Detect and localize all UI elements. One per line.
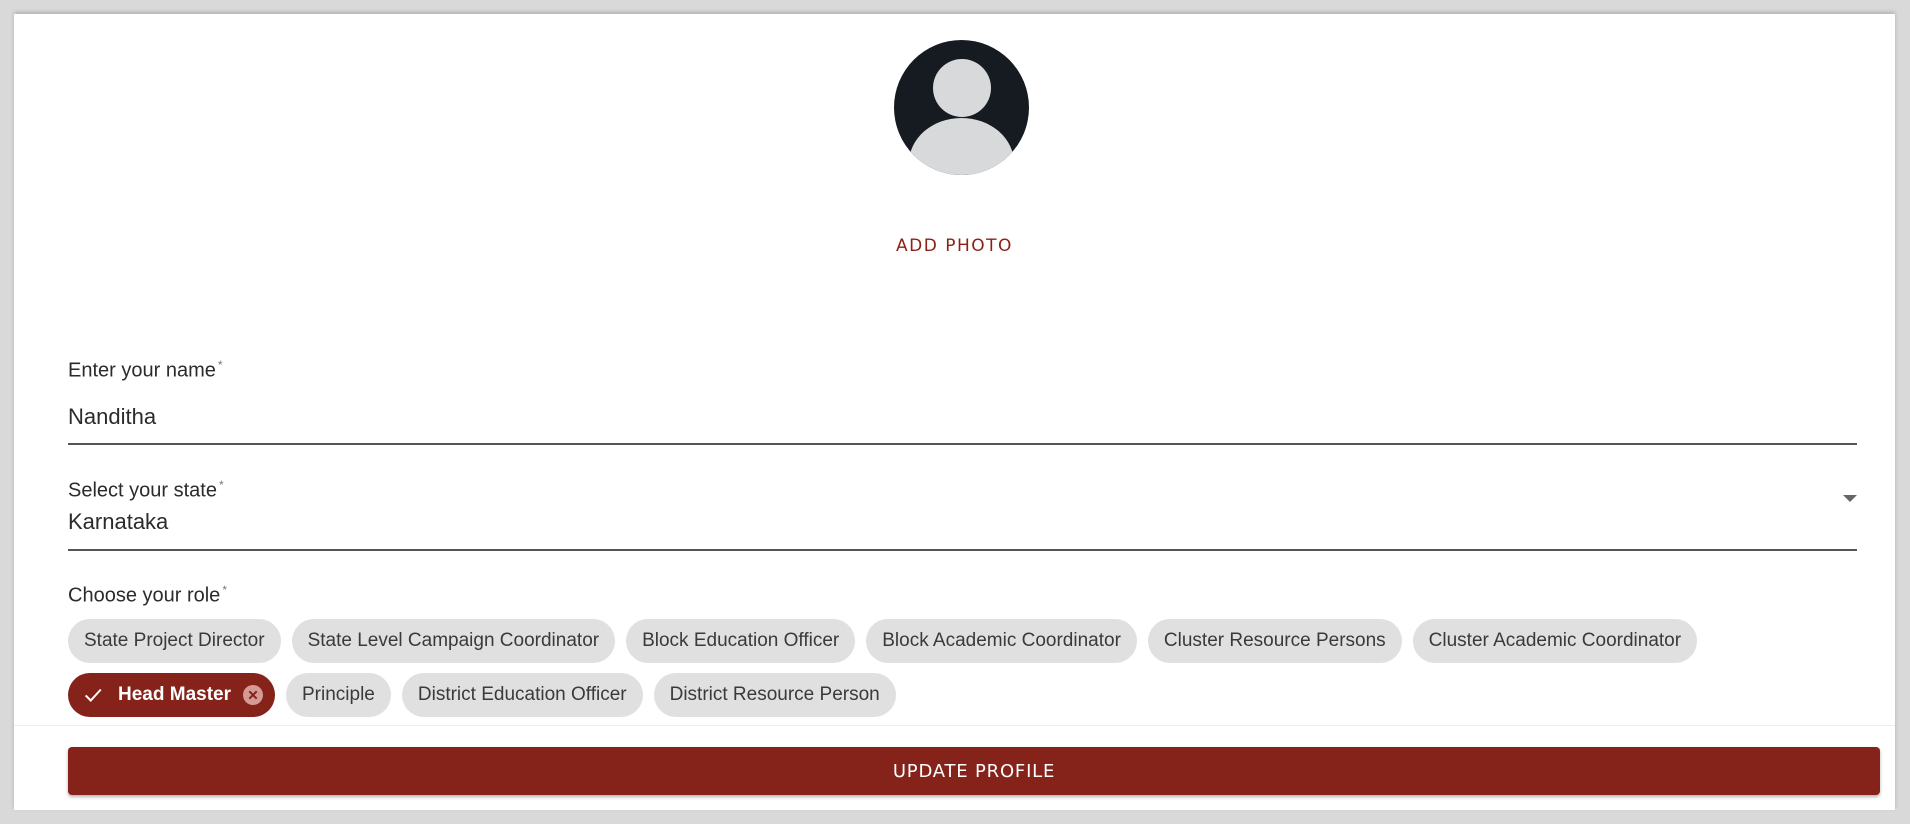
footer-bar: UPDATE PROFILE	[14, 725, 1895, 810]
role-chip-cluster-resource-persons[interactable]: Cluster Resource Persons	[1147, 619, 1402, 663]
required-mark: *	[218, 478, 224, 492]
state-label-text: Select your state	[68, 479, 217, 502]
role-chip-block-academic-coordinator[interactable]: Block Academic Coordinator	[866, 619, 1137, 663]
add-photo-button[interactable]: ADD PHOTO	[14, 236, 1895, 256]
check-icon	[84, 688, 102, 702]
role-chip-label: Head Master	[118, 684, 231, 705]
state-select[interactable]: Karnataka	[68, 509, 168, 535]
role-chip-state-project-director[interactable]: State Project Director	[68, 619, 281, 663]
role-chips-row-1: State Project Director State Level Campa…	[68, 619, 1698, 663]
role-chip-district-education-officer[interactable]: District Education Officer	[401, 673, 643, 717]
role-chip-cluster-academic-coordinator[interactable]: Cluster Academic Coordinator	[1412, 619, 1698, 663]
name-label-text: Enter your name	[68, 359, 216, 382]
avatar-head	[933, 59, 991, 117]
avatar-placeholder-icon[interactable]	[894, 40, 1029, 175]
role-chip-state-level-campaign-coordinator[interactable]: State Level Campaign Coordinator	[291, 619, 616, 663]
caret-down-icon[interactable]	[1843, 495, 1857, 502]
role-field-label: Choose your role *	[68, 583, 227, 608]
role-label-text: Choose your role	[68, 584, 221, 607]
name-field-label: Enter your name *	[68, 358, 223, 383]
state-select-underline	[68, 549, 1857, 551]
avatar-body	[909, 118, 1014, 175]
role-chip-block-education-officer[interactable]: Block Education Officer	[626, 619, 856, 663]
cancel-circle-icon[interactable]	[243, 685, 263, 705]
role-chip-principle[interactable]: Principle	[286, 673, 391, 717]
required-mark: *	[217, 358, 223, 372]
role-chip-district-resource-person[interactable]: District Resource Person	[653, 673, 896, 717]
name-input[interactable]: Nanditha	[68, 404, 156, 430]
update-profile-button[interactable]: UPDATE PROFILE	[68, 747, 1880, 795]
role-chips-row-2: Head Master Principle District Education…	[68, 673, 896, 717]
state-field-label: Select your state *	[68, 478, 224, 503]
profile-form: ADD PHOTO Enter your name * Nanditha Sele…	[14, 14, 1895, 810]
role-chip-head-master-selected[interactable]: Head Master	[68, 673, 275, 717]
name-input-underline	[68, 443, 1857, 445]
required-mark: *	[222, 583, 227, 597]
